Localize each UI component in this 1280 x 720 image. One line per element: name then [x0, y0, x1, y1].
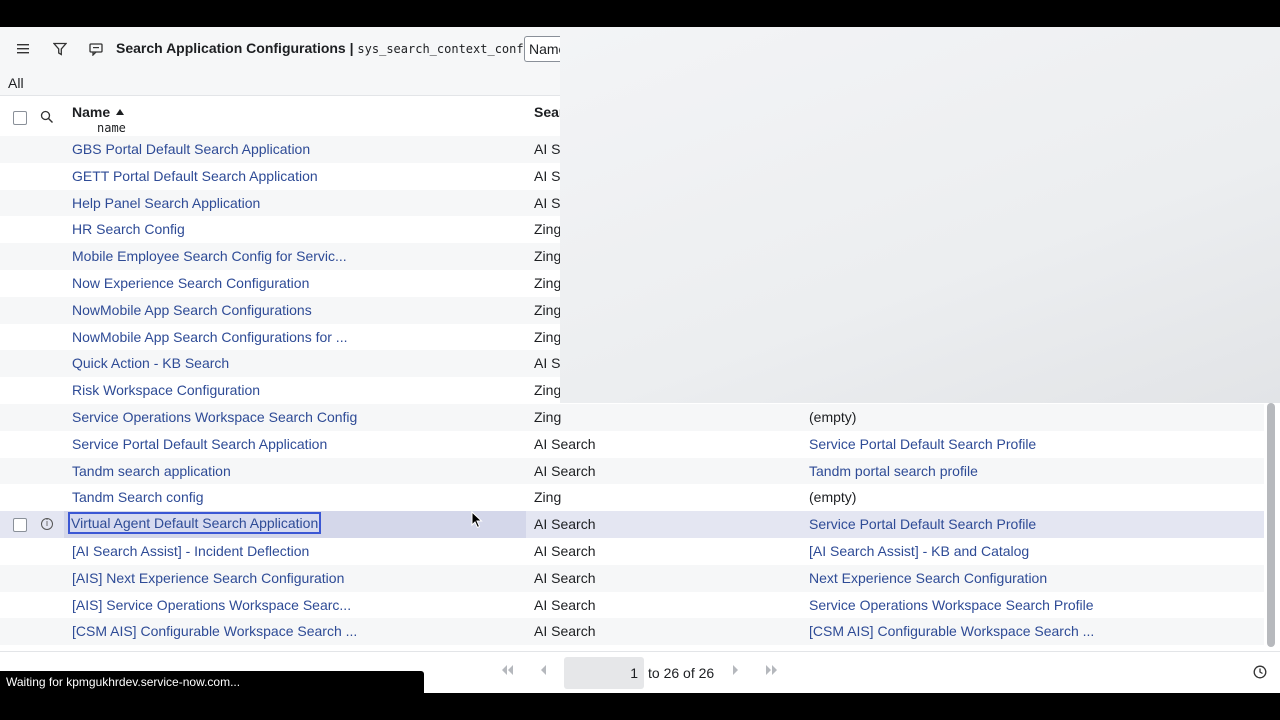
- search-icon[interactable]: [40, 110, 54, 129]
- page-title-text: Search Application Configurations |: [116, 40, 354, 56]
- table-row: [AI Search Assist] - Incident Deflection…: [0, 538, 1264, 565]
- row-engine: Zing: [534, 301, 562, 318]
- list-page: Search Application Configurations | sys_…: [0, 27, 1280, 693]
- row-name-link[interactable]: [CSM AIS] Configurable Workspace Search …: [72, 623, 357, 639]
- table-row: Service Portal Default Search Applicatio…: [0, 431, 1264, 458]
- row-engine: AI Search: [534, 542, 596, 559]
- table-row: [AIS] Next Experience Search Configurati…: [0, 564, 1264, 592]
- row-engine: Zing: [534, 489, 562, 506]
- row-engine: AI Search: [534, 596, 596, 613]
- row-name-link[interactable]: NowMobile App Search Configurations: [72, 302, 312, 318]
- row-name-link[interactable]: Now Experience Search Configuration: [72, 275, 309, 291]
- row-profile-link[interactable]: Service Portal Default Search Profile: [809, 516, 1036, 532]
- table-row: Tandm Search config Zing (empty): [0, 484, 1264, 511]
- row-name-link[interactable]: Tandm Search config: [72, 489, 204, 505]
- row-engine: AI Search: [534, 435, 596, 452]
- filter-icon[interactable]: [48, 37, 72, 61]
- column-header-name-label: Name: [72, 104, 111, 120]
- row-checkbox[interactable]: [13, 518, 27, 533]
- menu-icon[interactable]: [12, 37, 36, 61]
- row-name-link[interactable]: Service Operations Workspace Search Conf…: [72, 409, 357, 425]
- table-row: [AIS] Service Operations Workspace Searc…: [0, 592, 1264, 619]
- page-title: Search Application Configurations | sys_…: [116, 40, 538, 56]
- row-name-link[interactable]: Risk Workspace Configuration: [72, 382, 260, 398]
- row-name-link[interactable]: Help Panel Search Application: [72, 195, 260, 211]
- row-engine: AI Search: [534, 569, 596, 586]
- table-name: sys_search_context_config: [357, 42, 539, 56]
- row-engine: Zing: [534, 328, 562, 345]
- table-row: Tandm search application AI Search Tandm…: [0, 457, 1264, 485]
- row-name-link[interactable]: [AI Search Assist] - Incident Deflection: [72, 543, 309, 559]
- row-profile: (empty): [809, 408, 857, 425]
- row-engine: Zing: [534, 274, 562, 291]
- table-row: [CSM AIS] Configurable Workspace Search …: [0, 618, 1264, 646]
- select-all-checkbox[interactable]: [13, 111, 27, 125]
- table-row-selected: i Virtual Agent Default Search Applicati…: [0, 511, 1264, 538]
- row-name-link[interactable]: Service Portal Default Search Applicatio…: [72, 436, 327, 452]
- mouse-cursor-icon: [471, 510, 483, 534]
- comment-icon[interactable]: [84, 37, 108, 61]
- row-engine: Zing: [534, 408, 562, 425]
- row-name-link[interactable]: Quick Action - KB Search: [72, 355, 229, 371]
- browser-status-bar: Waiting for kpmgukhrdev.service-now.com.…: [0, 671, 424, 693]
- info-icon[interactable]: i: [41, 518, 53, 531]
- clock-icon[interactable]: [1253, 665, 1267, 684]
- column-header-name-field: name: [97, 121, 126, 135]
- next-page-icon[interactable]: [732, 664, 740, 678]
- row-name-link[interactable]: NowMobile App Search Configurations for …: [72, 329, 347, 345]
- row-name-link[interactable]: HR Search Config: [72, 221, 185, 237]
- row-profile-link[interactable]: [CSM AIS] Configurable Workspace Search …: [809, 623, 1094, 639]
- row-engine: Zing: [534, 382, 562, 399]
- row-profile-link[interactable]: [AI Search Assist] - KB and Catalog: [809, 543, 1029, 559]
- row-profile: (empty): [809, 489, 857, 506]
- first-page-icon[interactable]: [500, 664, 514, 678]
- row-profile-link[interactable]: Service Portal Default Search Profile: [809, 436, 1036, 452]
- row-name-link[interactable]: GETT Portal Default Search Application: [72, 168, 318, 184]
- prev-page-icon[interactable]: [539, 664, 547, 678]
- breadcrumb-all[interactable]: All: [8, 75, 24, 91]
- row-name-link[interactable]: [AIS] Service Operations Workspace Searc…: [72, 597, 351, 613]
- row-name-link[interactable]: Tandm search application: [72, 463, 231, 479]
- row-profile-link[interactable]: Tandm portal search profile: [809, 463, 978, 479]
- page-range-text: to 26 of 26: [648, 665, 715, 681]
- page-number-input[interactable]: 1: [564, 657, 644, 689]
- sort-ascending-icon: [116, 109, 125, 115]
- table-row: Service Operations Workspace Search Conf…: [0, 403, 1264, 431]
- row-name-link[interactable]: Mobile Employee Search Config for Servic…: [72, 248, 347, 264]
- row-engine: AI Search: [534, 623, 596, 640]
- row-engine: AI Search: [534, 462, 596, 479]
- row-profile-link[interactable]: Next Experience Search Configuration: [809, 570, 1047, 586]
- row-name-link[interactable]: GBS Portal Default Search Application: [72, 141, 310, 157]
- row-name-link[interactable]: Virtual Agent Default Search Application: [67, 512, 322, 535]
- row-name-link[interactable]: [AIS] Next Experience Search Configurati…: [72, 570, 344, 586]
- last-page-icon[interactable]: [765, 664, 779, 678]
- vertical-scrollbar[interactable]: [1267, 403, 1275, 647]
- loading-overlay: [560, 27, 1280, 403]
- row-engine: Zing: [534, 248, 562, 265]
- row-engine: Zing: [534, 221, 562, 238]
- row-profile-link[interactable]: Service Operations Workspace Search Prof…: [809, 597, 1094, 613]
- row-engine: AI Search: [534, 516, 596, 533]
- column-header-name[interactable]: Name: [72, 104, 125, 120]
